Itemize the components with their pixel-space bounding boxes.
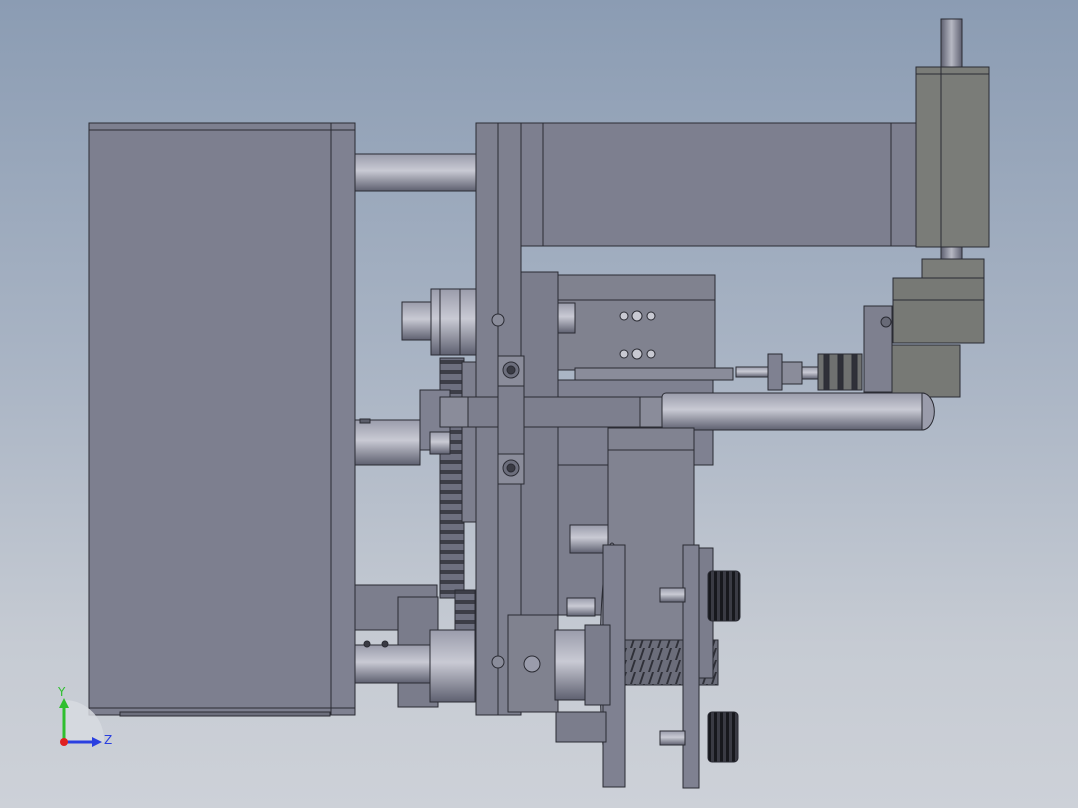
cad-viewport[interactable]: Y Z: [0, 0, 1078, 808]
left-shaft-boss[interactable]: [401, 288, 477, 356]
y-axis-label: Y: [57, 685, 66, 699]
upper-beam[interactable]: [520, 122, 920, 247]
upper-guide-rod[interactable]: [354, 153, 477, 192]
left-housing-block[interactable]: [88, 122, 356, 717]
z-axis-label: Z: [104, 733, 112, 747]
lower-knob[interactable]: [707, 711, 739, 763]
triad-backdrop: [64, 700, 105, 742]
shaft-coupling[interactable]: [735, 353, 863, 391]
middle-guide-rod[interactable]: [354, 418, 421, 466]
clamp-block[interactable]: [497, 355, 525, 485]
upper-knob[interactable]: [707, 570, 741, 622]
axis-triad: Y Z: [57, 685, 112, 747]
x-axis-dot: [60, 738, 68, 746]
lower-guide-rod[interactable]: [354, 584, 439, 708]
mechanism-model[interactable]: [0, 0, 1078, 808]
